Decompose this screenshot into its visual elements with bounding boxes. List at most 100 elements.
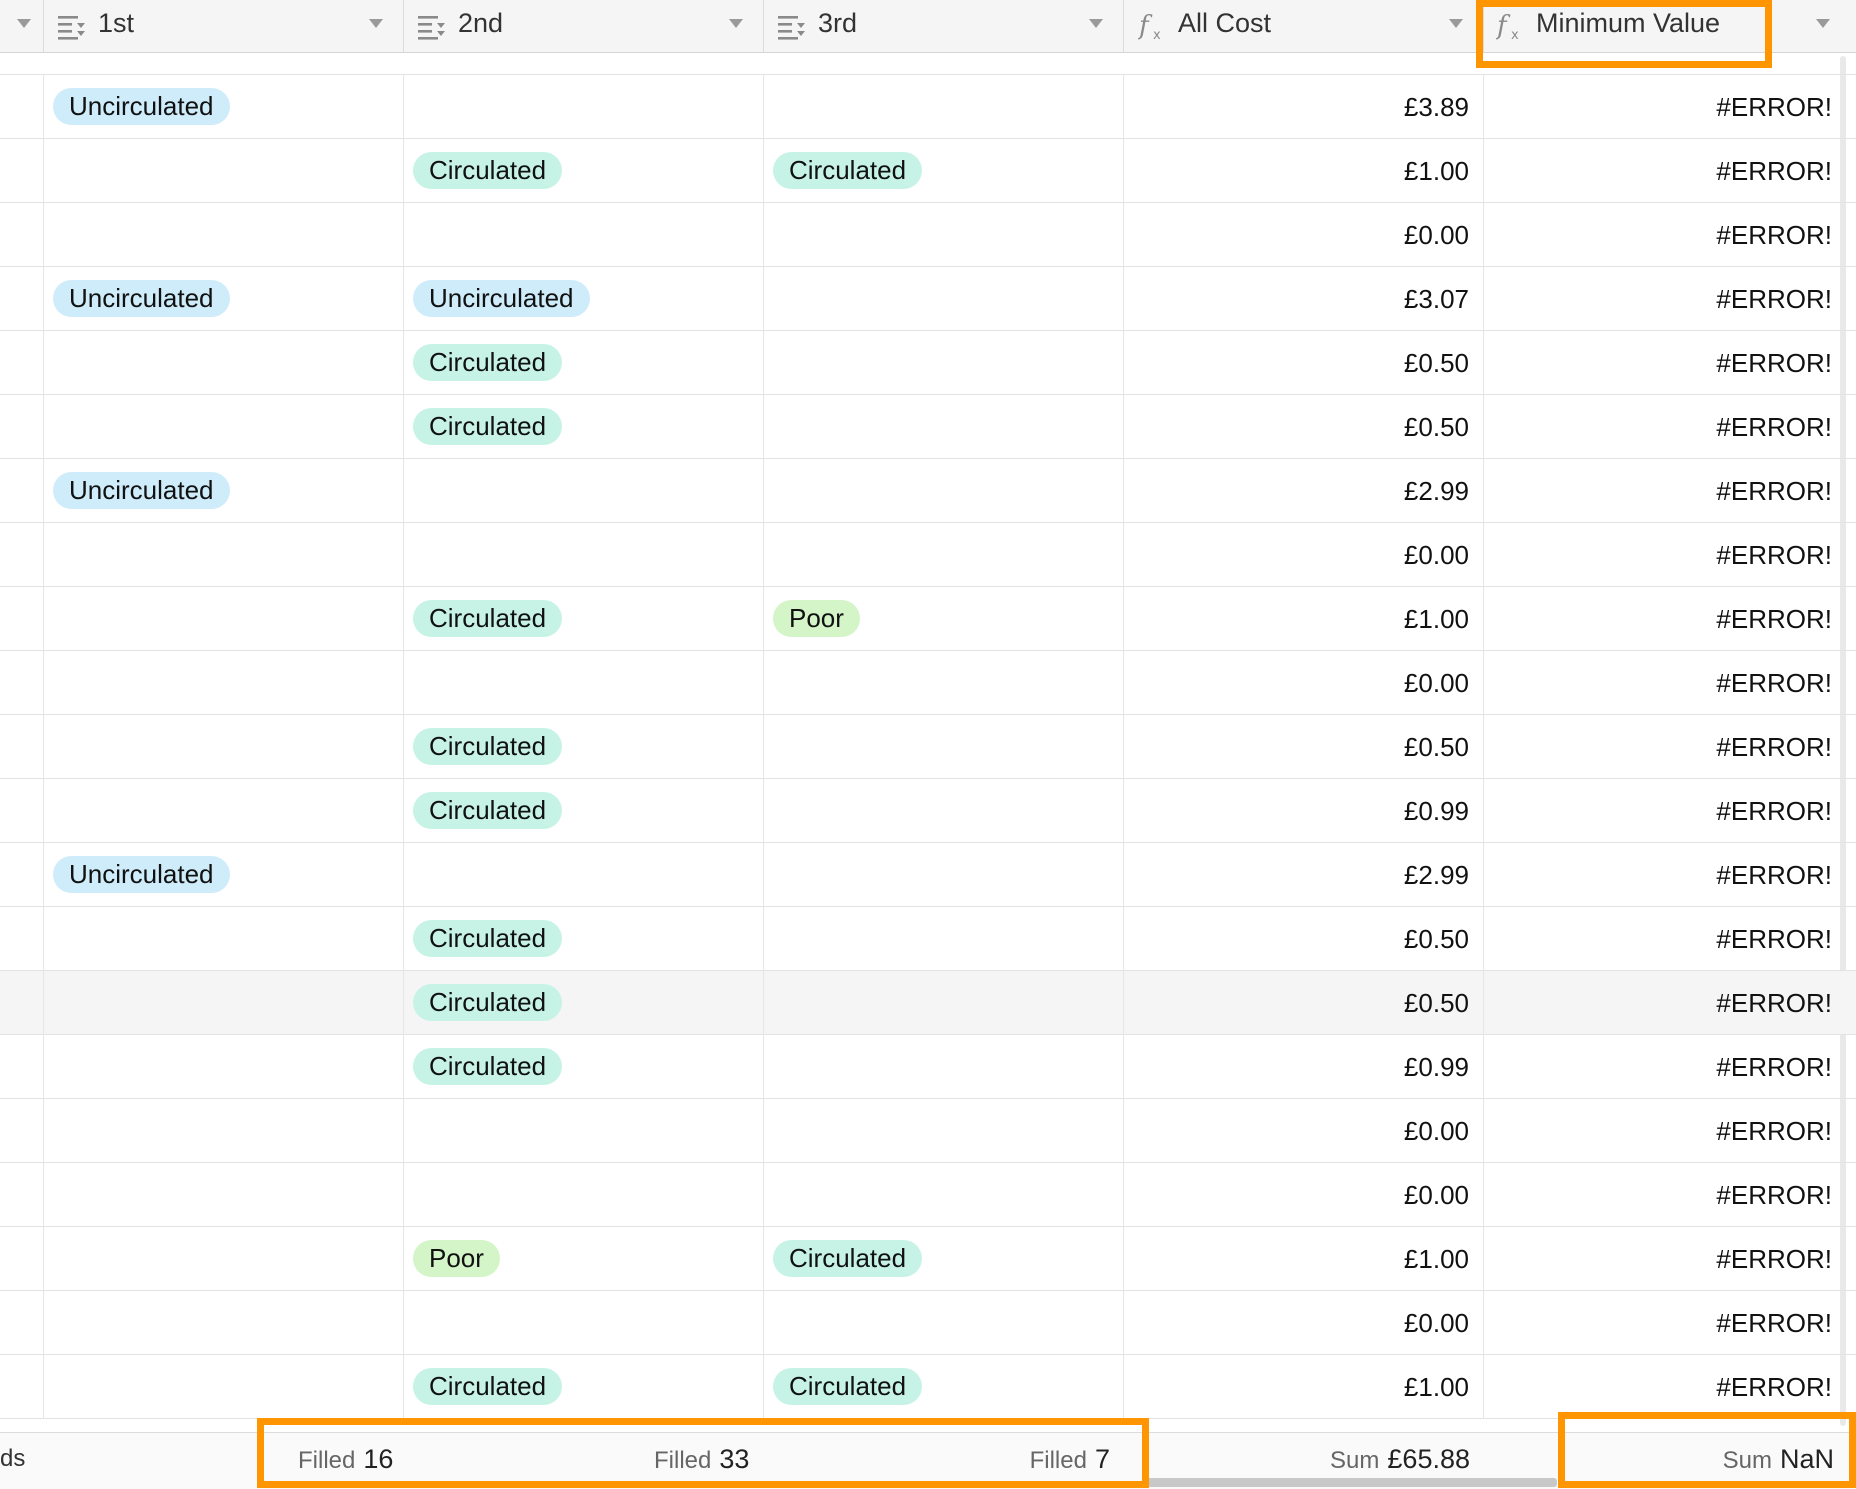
cell-2nd[interactable] xyxy=(404,1291,764,1354)
row-number-cell[interactable] xyxy=(0,203,44,266)
cell-minimum-value[interactable]: #ERROR! xyxy=(1484,587,1846,650)
cell-1st[interactable] xyxy=(44,1291,404,1354)
table-row[interactable]: Circulated £0.50 #ERROR! xyxy=(0,331,1856,395)
table-row[interactable]: £0.00 #ERROR! xyxy=(0,1099,1856,1163)
cell-all-cost[interactable]: £0.50 xyxy=(1124,395,1484,458)
cell-3rd[interactable]: Poor xyxy=(764,587,1124,650)
table-row[interactable]: Circulated Circulated £1.00 #ERROR! xyxy=(0,139,1856,203)
cell-minimum-value[interactable]: #ERROR! xyxy=(1484,395,1846,458)
cell-minimum-value[interactable]: #ERROR! xyxy=(1484,75,1846,138)
cell-1st[interactable] xyxy=(44,203,404,266)
chevron-down-icon[interactable] xyxy=(729,19,743,28)
table-row[interactable]: Uncirculated £2.99 #ERROR! xyxy=(0,459,1856,523)
row-number-cell[interactable] xyxy=(0,267,44,330)
cell-2nd[interactable] xyxy=(404,203,764,266)
cell-1st[interactable] xyxy=(44,1163,404,1226)
cell-all-cost[interactable]: £2.99 xyxy=(1124,459,1484,522)
cell-3rd[interactable] xyxy=(764,907,1124,970)
cell-all-cost[interactable]: £1.00 xyxy=(1124,1355,1484,1418)
cell-3rd[interactable] xyxy=(764,331,1124,394)
cell-minimum-value[interactable]: #ERROR! xyxy=(1484,715,1846,778)
cell-minimum-value[interactable]: #ERROR! xyxy=(1484,843,1846,906)
table-row[interactable]: Circulated Circulated £1.00 #ERROR! xyxy=(0,1355,1856,1419)
cell-3rd[interactable] xyxy=(764,459,1124,522)
cell-3rd[interactable] xyxy=(764,1291,1124,1354)
cell-1st[interactable] xyxy=(44,1035,404,1098)
cell-all-cost[interactable]: £0.00 xyxy=(1124,1163,1484,1226)
cell-2nd[interactable] xyxy=(404,1099,764,1162)
table-row[interactable]: £0.00 #ERROR! xyxy=(0,523,1856,587)
row-number-cell[interactable] xyxy=(0,715,44,778)
cell-all-cost[interactable]: £0.00 xyxy=(1124,1291,1484,1354)
cell-all-cost[interactable]: £3.07 xyxy=(1124,267,1484,330)
row-number-cell[interactable] xyxy=(0,843,44,906)
cell-3rd[interactable] xyxy=(764,971,1124,1034)
table-row[interactable]: Circulated £0.99 #ERROR! xyxy=(0,779,1856,843)
cell-minimum-value[interactable]: #ERROR! xyxy=(1484,907,1846,970)
table-row[interactable]: £0.00 #ERROR! xyxy=(0,651,1856,715)
row-number-cell[interactable] xyxy=(0,75,44,138)
column-header-3rd[interactable]: 3rd xyxy=(764,0,1124,52)
cell-1st[interactable] xyxy=(44,331,404,394)
cell-minimum-value[interactable]: #ERROR! xyxy=(1484,203,1846,266)
cell-2nd[interactable] xyxy=(404,651,764,714)
cell-1st[interactable] xyxy=(44,1227,404,1290)
cell-2nd[interactable]: Uncirculated xyxy=(404,267,764,330)
table-row[interactable]: £0.00 #ERROR! xyxy=(0,1163,1856,1227)
cell-3rd[interactable] xyxy=(764,395,1124,458)
table-row[interactable]: Circulated Poor £1.00 #ERROR! xyxy=(0,587,1856,651)
chevron-down-icon[interactable] xyxy=(17,19,31,28)
cell-3rd[interactable] xyxy=(764,267,1124,330)
cell-1st[interactable] xyxy=(44,971,404,1034)
cell-3rd[interactable] xyxy=(764,779,1124,842)
cell-minimum-value[interactable]: #ERROR! xyxy=(1484,651,1846,714)
cell-3rd[interactable] xyxy=(764,203,1124,266)
table-row[interactable]: Circulated £0.50 #ERROR! xyxy=(0,395,1856,459)
chevron-down-icon[interactable] xyxy=(1449,19,1463,28)
cell-1st[interactable] xyxy=(44,651,404,714)
chevron-down-icon[interactable] xyxy=(1816,19,1830,28)
row-number-cell[interactable] xyxy=(0,395,44,458)
row-number-cell[interactable] xyxy=(0,587,44,650)
cell-2nd[interactable]: Circulated xyxy=(404,395,764,458)
cell-minimum-value[interactable]: #ERROR! xyxy=(1484,1099,1846,1162)
cell-1st[interactable] xyxy=(44,907,404,970)
cell-1st[interactable] xyxy=(44,779,404,842)
table-row[interactable]: Circulated £0.99 #ERROR! xyxy=(0,1035,1856,1099)
row-number-cell[interactable] xyxy=(0,459,44,522)
cell-minimum-value[interactable]: #ERROR! xyxy=(1484,779,1846,842)
cell-2nd[interactable]: Circulated xyxy=(404,587,764,650)
table-row[interactable]: Circulated £0.50 #ERROR! xyxy=(0,715,1856,779)
row-number-cell[interactable] xyxy=(0,523,44,586)
row-number-cell[interactable] xyxy=(0,907,44,970)
cell-1st[interactable] xyxy=(44,587,404,650)
cell-2nd[interactable]: Circulated xyxy=(404,779,764,842)
cell-2nd[interactable]: Circulated xyxy=(404,715,764,778)
cell-minimum-value[interactable]: #ERROR! xyxy=(1484,971,1846,1034)
table-row[interactable]: Circulated £0.50 #ERROR! xyxy=(0,907,1856,971)
cell-2nd[interactable]: Circulated xyxy=(404,971,764,1034)
row-number-cell[interactable] xyxy=(0,1163,44,1226)
cell-3rd[interactable] xyxy=(764,75,1124,138)
cell-all-cost[interactable]: £0.00 xyxy=(1124,203,1484,266)
header-row-number-cell[interactable] xyxy=(0,0,44,52)
cell-1st[interactable]: Uncirculated xyxy=(44,459,404,522)
cell-1st[interactable] xyxy=(44,523,404,586)
cell-1st[interactable]: Uncirculated xyxy=(44,843,404,906)
cell-1st[interactable]: Uncirculated xyxy=(44,75,404,138)
cell-3rd[interactable]: Circulated xyxy=(764,139,1124,202)
table-row[interactable]: £0.00 #ERROR! xyxy=(0,203,1856,267)
row-number-cell[interactable] xyxy=(0,779,44,842)
cell-all-cost[interactable]: £3.89 xyxy=(1124,75,1484,138)
chevron-down-icon[interactable] xyxy=(369,19,383,28)
table-row[interactable]: Poor Circulated £1.00 #ERROR! xyxy=(0,1227,1856,1291)
row-number-cell[interactable] xyxy=(0,139,44,202)
row-number-cell[interactable] xyxy=(0,1291,44,1354)
cell-1st[interactable] xyxy=(44,1355,404,1418)
column-header-all-cost[interactable]: f x All Cost xyxy=(1124,0,1484,52)
cell-3rd[interactable] xyxy=(764,1099,1124,1162)
chevron-down-icon[interactable] xyxy=(1089,19,1103,28)
cell-3rd[interactable] xyxy=(764,843,1124,906)
cell-all-cost[interactable]: £2.99 xyxy=(1124,843,1484,906)
cell-all-cost[interactable]: £1.00 xyxy=(1124,587,1484,650)
